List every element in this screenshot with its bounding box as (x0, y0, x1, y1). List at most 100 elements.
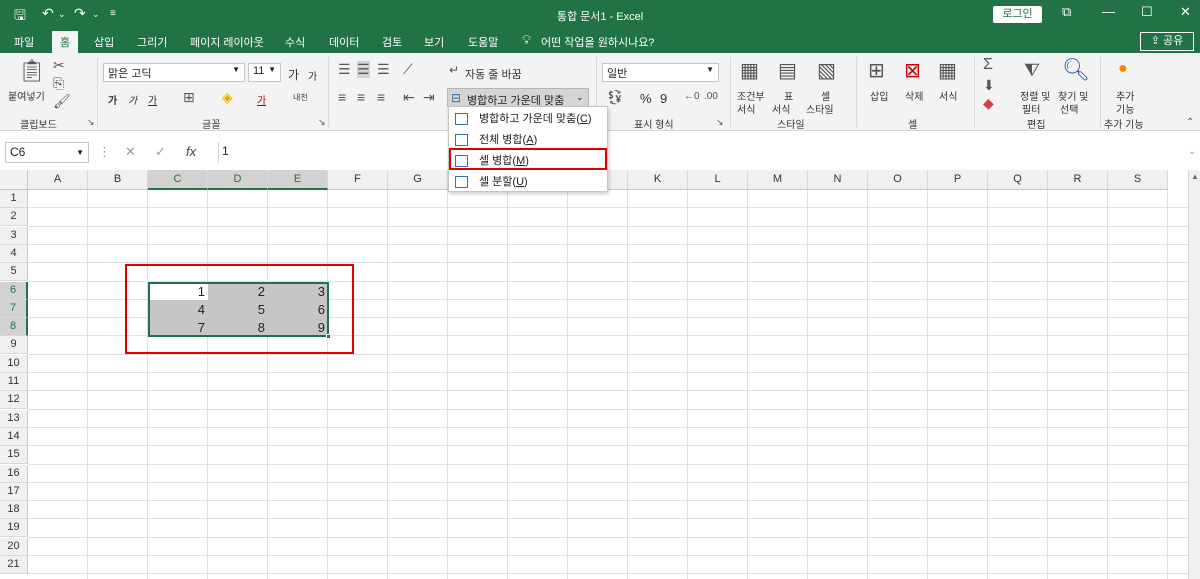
addins-icon[interactable]: ● (1118, 60, 1128, 78)
orientation-icon[interactable]: ⟋ (403, 61, 413, 78)
comma-button[interactable]: 9 (660, 91, 667, 106)
column-header-m[interactable]: M (748, 170, 808, 190)
tab-help[interactable]: 도움말 (468, 34, 498, 50)
row-header-1[interactable]: 1 (0, 190, 28, 208)
column-header-b[interactable]: B (88, 170, 148, 190)
tell-me-search[interactable]: 어떤 작업을 원하시나요? (541, 34, 654, 50)
find-select-icon[interactable]: 🔍︎ (1062, 57, 1090, 83)
font-color-button[interactable]: 가 (257, 92, 266, 107)
row-header-3[interactable]: 3 (0, 226, 28, 245)
shrink-font-button[interactable]: 가 (308, 68, 317, 83)
row-header-18[interactable]: 18 (0, 501, 28, 520)
insert-function-icon[interactable]: fx (186, 144, 196, 159)
wrap-text-button[interactable]: 자동 줄 바꿈 (465, 66, 522, 82)
align-bottom-icon[interactable]: ☰ (377, 61, 390, 78)
cancel-entry-icon[interactable]: ✕ (125, 144, 136, 160)
number-launcher-icon[interactable]: ↘ (716, 117, 724, 128)
column-header-p[interactable]: P (928, 170, 988, 190)
format-as-table-icon[interactable]: ▤ (778, 58, 797, 83)
border-icon[interactable]: ⊞ (183, 89, 195, 106)
tab-review[interactable]: 검토 (382, 34, 402, 50)
merge-center-button[interactable]: ⊟ 병합하고 가운데 맞춤 ⌄ (447, 88, 589, 107)
row-header-6[interactable]: 6 (0, 281, 28, 300)
tab-view[interactable]: 보기 (424, 34, 444, 50)
row-header-2[interactable]: 2 (0, 208, 28, 227)
row-header-9[interactable]: 9 (0, 336, 28, 355)
increase-indent-icon[interactable]: ⇥ (423, 89, 435, 106)
row-header-20[interactable]: 20 (0, 537, 28, 556)
column-header-g[interactable]: G (388, 170, 448, 190)
format-cells-icon[interactable]: ▦ (938, 58, 957, 83)
insert-cells-icon[interactable]: ⊞ (868, 58, 885, 83)
row-header-21[interactable]: 21 (0, 556, 28, 574)
enter-entry-icon[interactable]: ✓ (155, 144, 166, 160)
tab-formulas[interactable]: 수식 (285, 34, 305, 50)
row-header-17[interactable]: 17 (0, 482, 28, 501)
font-name-select[interactable]: 맑은 고딕 ▼ (103, 63, 245, 82)
column-header-k[interactable]: K (628, 170, 688, 190)
tab-page-layout[interactable]: 페이지 레이아웃 (190, 34, 264, 50)
row-header-16[interactable]: 16 (0, 464, 28, 483)
accounting-format-icon[interactable]: 💱︎ (606, 89, 624, 106)
delete-cells-button[interactable]: 삭제 (905, 88, 923, 103)
row-header-15[interactable]: 15 (0, 446, 28, 465)
paste-button[interactable]: 붙여넣기 (8, 88, 45, 103)
column-header-a[interactable]: A (28, 170, 88, 190)
align-center-icon[interactable]: ≡ (357, 89, 365, 105)
menu-unmerge-cells[interactable]: 셀 분할(U) (449, 172, 607, 193)
column-header-n[interactable]: N (808, 170, 868, 190)
row-header-14[interactable]: 14 (0, 427, 28, 446)
font-size-select[interactable]: 11 ▼ (248, 63, 281, 82)
row-header-10[interactable]: 10 (0, 354, 28, 373)
column-header-q[interactable]: Q (988, 170, 1048, 190)
phonetic-button[interactable]: 내천 (293, 92, 308, 103)
decrease-decimal-icon[interactable]: .00 (704, 91, 718, 102)
conditional-format-icon[interactable]: ▦ (740, 58, 759, 83)
row-header-8[interactable]: 8 (0, 318, 28, 337)
italic-button[interactable]: 가 (128, 92, 137, 107)
underline-button[interactable]: 가 (148, 92, 157, 107)
percent-button[interactable]: % (640, 91, 652, 106)
align-left-icon[interactable]: ≡ (338, 89, 346, 105)
row-header-19[interactable]: 19 (0, 519, 28, 538)
tab-file[interactable]: 파일 (14, 34, 34, 50)
column-header-c[interactable]: C (148, 170, 208, 190)
column-header-d[interactable]: D (208, 170, 268, 190)
select-all-button[interactable] (0, 170, 28, 190)
format-cells-button[interactable]: 서식 (939, 88, 957, 103)
number-format-select[interactable]: 일반 ▼ (602, 63, 719, 82)
copy-icon[interactable]: ⎘ (53, 75, 64, 92)
formula-input[interactable]: 1 (218, 142, 1200, 163)
login-button[interactable]: 로그인 (993, 6, 1042, 23)
row-header-12[interactable]: 12 (0, 391, 28, 410)
sort-filter-icon[interactable]: ⧨ (1024, 60, 1040, 81)
formula-bar-options-icon[interactable]: ⋮ (98, 144, 111, 160)
tab-data[interactable]: 데이터 (329, 34, 359, 50)
scroll-up-icon[interactable]: ▲ (1191, 172, 1199, 181)
column-header-o[interactable]: O (868, 170, 928, 190)
fill-icon[interactable]: ⬇ (983, 77, 995, 94)
worksheet-grid[interactable]: ABCDEFGHIJKLMNOPQRS 12345678910111213141… (0, 170, 1200, 579)
insert-cells-button[interactable]: 삽입 (870, 88, 888, 103)
align-middle-icon[interactable]: ☰ (357, 61, 370, 78)
grow-font-button[interactable]: 가 (288, 66, 299, 83)
column-header-r[interactable]: R (1048, 170, 1108, 190)
align-right-icon[interactable]: ≡ (377, 89, 385, 105)
menu-merge-center[interactable]: 병합하고 가운데 맞춤(C) (449, 109, 607, 130)
tab-home[interactable]: 홈 (52, 31, 79, 55)
ribbon-display-icon[interactable]: ⧉ (1062, 4, 1071, 20)
row-header-7[interactable]: 7 (0, 299, 28, 318)
autosum-icon[interactable]: Σ (983, 56, 993, 74)
maximize-icon[interactable]: ☐ (1141, 4, 1153, 20)
tab-draw[interactable]: 그리기 (137, 34, 167, 50)
align-top-icon[interactable]: ☰ (338, 61, 351, 78)
row-header-11[interactable]: 11 (0, 373, 28, 391)
paste-icon[interactable]: 📋︎ (18, 58, 46, 84)
cell-styles-icon[interactable]: ▧ (817, 58, 836, 83)
decrease-indent-icon[interactable]: ⇤ (403, 89, 415, 106)
bold-button[interactable]: 가 (108, 92, 117, 107)
vertical-scrollbar[interactable]: ▲ (1188, 170, 1200, 579)
delete-cells-icon[interactable]: ⊠ (904, 58, 921, 83)
share-button[interactable]: ⇪ 공유 (1140, 32, 1194, 51)
clipboard-launcher-icon[interactable]: ↘ (87, 117, 95, 128)
